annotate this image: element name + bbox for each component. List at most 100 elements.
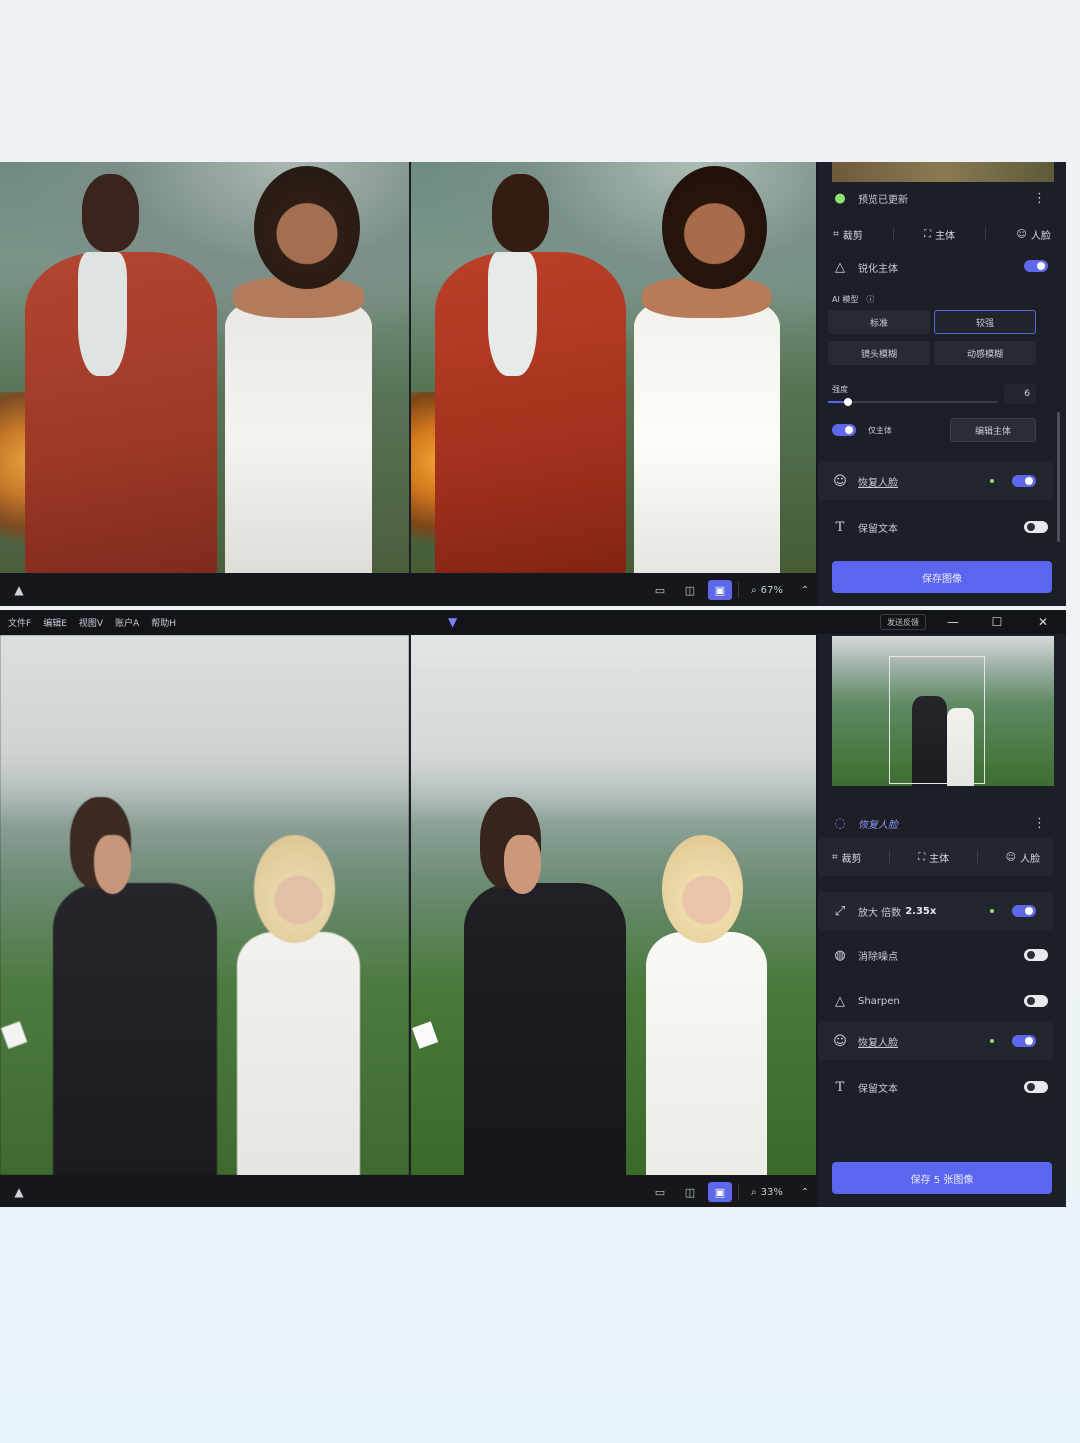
status-text: 预览已更新 (858, 194, 908, 206)
side-by-side-view-button[interactable]: ▣ (708, 1182, 732, 1202)
status-dot (990, 1039, 994, 1043)
more-menu-icon[interactable]: ⋮ (1033, 816, 1046, 831)
info-icon[interactable]: ⓘ (866, 294, 874, 305)
mode-tabs: ⌗ 裁剪 ⛶ 主体 ☺ 人脸 (818, 224, 1066, 244)
settings-sidebar: ● 预览已更新 ⋮ ⌗ 裁剪 ⛶ 主体 ☺ 人脸 △ 锐化主体 AI 模型 ⓘ 标准 … (818, 162, 1066, 606)
strength-value-box[interactable]: 6 (1004, 384, 1036, 404)
navigator-thumbnail[interactable] (832, 636, 1054, 786)
crop-icon: ⌗ (833, 228, 839, 240)
before-image-pane[interactable] (0, 635, 409, 1175)
chevron-up-icon[interactable]: ▲ (10, 581, 28, 599)
face-icon: ☺ (1005, 851, 1017, 863)
zoom-control[interactable]: ⌕ 67% ⌃ (745, 585, 815, 596)
tab-crop[interactable]: ⌗ 裁剪 (832, 850, 862, 865)
model-option-motion-blur[interactable]: 动感模糊 (934, 341, 1036, 365)
denoise-toggle[interactable] (1024, 949, 1048, 961)
split-view-button[interactable]: ◫ (678, 580, 702, 600)
maximize-icon[interactable]: ☐ (988, 613, 1006, 631)
face-recovery-row[interactable]: ☺ 恢复人脸 (818, 1022, 1054, 1060)
photo-couple-mountains (0, 635, 409, 1175)
photo-couple-mountains-enhanced (411, 635, 816, 1175)
text-icon: T (835, 1079, 845, 1095)
preserve-text-row[interactable]: T 保留文本 (818, 514, 1066, 540)
tab-subject[interactable]: ⛶ 主体 (924, 227, 955, 242)
view-toolbar: ▲ ▭ ◫ ▣ ⌕ 67% ⌃ (0, 574, 818, 606)
tab-subject[interactable]: ⛶ 主体 (918, 850, 949, 865)
zoom-level: 33% (760, 1186, 783, 1198)
tab-face[interactable]: ☺ 人脸 (1006, 850, 1040, 865)
save-image-button[interactable]: 保存图像 (832, 561, 1052, 593)
check-circle-icon: ● (834, 190, 846, 206)
app-window-wedding-sharpen: ▲ ▭ ◫ ▣ ⌕ 67% ⌃ ● 预览已更新 ⋮ ⌗裁剪 ⛶主体 ☺人脸 (0, 162, 1066, 606)
viewport-frame[interactable] (889, 656, 985, 784)
tab-face[interactable]: ☺ 人脸 (1016, 227, 1050, 242)
face-icon: ☺ (1016, 228, 1027, 240)
denoise-row[interactable]: ◍ 消除噪点 (818, 938, 1066, 972)
save-images-button[interactable]: 保存 5 张图像 (832, 1162, 1052, 1194)
magnifier-icon: ⌕ (751, 1186, 757, 1198)
subject-only-toggle[interactable] (832, 424, 856, 436)
tab-crop[interactable]: ⌗ 裁剪 (833, 227, 863, 242)
status-dot (990, 479, 994, 483)
photo-couple-red-suit (0, 162, 409, 573)
close-icon[interactable]: ✕ (1034, 613, 1052, 631)
menu-edit[interactable]: 编辑E (43, 616, 67, 629)
after-image-pane[interactable] (411, 635, 816, 1175)
minimize-icon[interactable]: — (944, 613, 962, 631)
sharpen-row[interactable]: △ Sharpen (818, 984, 1066, 1018)
triangle-icon: △ (835, 260, 845, 274)
single-view-button[interactable]: ▭ (648, 1182, 672, 1202)
preserve-text-toggle[interactable] (1024, 1081, 1048, 1093)
strength-slider[interactable] (828, 398, 998, 406)
status-row: ◌ 恢复人脸 ⋮ (818, 814, 1066, 832)
focus-frame-icon: ⛶ (924, 228, 932, 240)
face-icon: ☺ (833, 473, 847, 489)
model-option-lens-blur[interactable]: 镜头模糊 (828, 341, 930, 365)
sharpen-toggle[interactable] (1024, 995, 1048, 1007)
model-option-strong[interactable]: 较强 (934, 310, 1036, 334)
sharpen-subject-toggle[interactable] (1024, 260, 1048, 272)
face-recovery-toggle[interactable] (1012, 1035, 1036, 1047)
menu-account[interactable]: 账户A (115, 616, 139, 629)
model-option-standard[interactable]: 标准 (828, 310, 930, 334)
text-icon: T (835, 519, 845, 535)
title-bar: 文件F 编辑E 视图V 账户A 帮助H ▼ 发送反馈 — ☐ ✕ (0, 610, 1066, 634)
magnifier-icon: ⌕ (751, 584, 757, 596)
crop-icon: ⌗ (831, 851, 838, 863)
chevron-up-icon[interactable]: ▲ (10, 1183, 28, 1201)
mode-tabs: ⌗ 裁剪 ⛶ 主体 ☺ 人脸 (818, 838, 1054, 876)
strength-label: 强度 (832, 384, 848, 394)
split-view-button[interactable]: ◫ (678, 1182, 702, 1202)
preserve-text-row[interactable]: T 保留文本 (818, 1070, 1066, 1104)
zoom-control[interactable]: ⌕ 33% ⌃ (745, 1187, 815, 1198)
settings-sidebar: ◌ 恢复人脸 ⋮ ⌗ 裁剪 ⛶ 主体 ☺ 人脸 ⤢ 放大 倍数 2.35x ◍ 消除噪… (818, 634, 1066, 1207)
more-menu-icon[interactable]: ⋮ (1033, 191, 1046, 206)
after-image-pane[interactable] (411, 162, 816, 573)
ai-model-label-row: AI 模型 ⓘ (832, 294, 875, 305)
face-recovery-toggle[interactable] (1012, 475, 1036, 487)
menu-view[interactable]: 视图V (79, 616, 103, 629)
upscale-row[interactable]: ⤢ 放大 倍数 2.35x (818, 892, 1054, 930)
chevron-up-icon[interactable]: ⌃ (801, 585, 809, 596)
slider-handle[interactable] (844, 398, 853, 406)
view-toolbar: ▲ ▭ ◫ ▣ ⌕ 33% ⌃ (0, 1176, 818, 1207)
status-text: 恢复人脸 (858, 819, 898, 831)
sidebar-scrollbar[interactable] (1057, 412, 1060, 542)
status-dot (990, 909, 994, 913)
face-recovery-row[interactable]: ☺ 恢复人脸 (818, 462, 1054, 500)
single-view-button[interactable]: ▭ (648, 580, 672, 600)
side-by-side-view-button[interactable]: ▣ (708, 580, 732, 600)
expand-arrows-icon: ⤢ (834, 903, 846, 919)
denoise-icon: ◍ (834, 947, 846, 963)
chevron-up-icon[interactable]: ⌃ (801, 1187, 809, 1198)
menu-bar: 文件F 编辑E 视图V 账户A 帮助H (0, 616, 176, 629)
feedback-button[interactable]: 发送反馈 (880, 614, 926, 630)
menu-help[interactable]: 帮助H (151, 616, 176, 629)
preserve-text-toggle[interactable] (1024, 521, 1048, 533)
status-row: ● 预览已更新 ⋮ (818, 188, 1066, 208)
edit-subject-button[interactable]: 编辑主体 (950, 418, 1036, 442)
upscale-toggle[interactable] (1012, 905, 1036, 917)
before-image-pane[interactable] (0, 162, 409, 573)
menu-file[interactable]: 文件F (8, 616, 31, 629)
spinner-icon: ◌ (834, 815, 846, 831)
